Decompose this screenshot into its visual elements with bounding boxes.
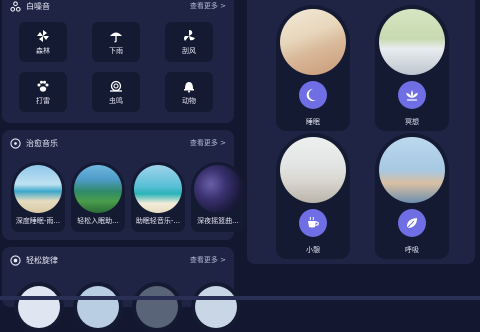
bottom-bar	[0, 296, 480, 300]
breathe-badge	[398, 209, 426, 237]
music-card-label: 深夜摇篮曲...	[197, 217, 239, 225]
music-card-1[interactable]: 深度睡眠-雨...	[11, 162, 65, 232]
tile-label: 虫鸣	[109, 96, 123, 105]
melody-card-2[interactable]	[73, 282, 123, 332]
mode-label: 冥想	[405, 118, 419, 126]
tile-animals[interactable]: 动物	[165, 72, 213, 112]
mode-label: 小憩	[306, 246, 320, 254]
coast-thumbnail	[74, 165, 122, 213]
breathing-person-image	[379, 137, 445, 203]
white-noise-title: 白噪音	[26, 1, 50, 11]
tile-label: 森林	[36, 46, 50, 55]
music-card-4[interactable]: 深夜摇篮曲...	[191, 162, 245, 232]
night-thumbnail	[194, 165, 242, 213]
target-icon	[10, 254, 21, 266]
modes-panel: z 睡眠 冥想 小憩 呼吸	[247, 0, 475, 264]
mode-card-sleep[interactable]: z 睡眠	[276, 5, 350, 131]
music-card-2[interactable]: 轻松入眠助...	[71, 162, 125, 232]
relax-melody-title: 轻松旋律	[26, 255, 58, 265]
tile-label: 下雨	[109, 46, 123, 55]
white-noise-header: 白噪音 查看更多 >	[10, 0, 226, 14]
melody-card-1[interactable]	[14, 282, 64, 332]
meditating-person-image	[379, 9, 445, 75]
beach-thumbnail	[14, 165, 62, 213]
svg-text:z: z	[314, 93, 317, 99]
tile-label: 打雷	[36, 96, 50, 105]
mode-card-meditate[interactable]: 冥想	[375, 5, 449, 131]
sleep-badge: z	[299, 81, 327, 109]
lotus-icon	[406, 90, 418, 101]
tile-wind[interactable]: 刮风	[165, 22, 213, 62]
music-card-label: 深度睡眠-雨...	[15, 217, 61, 225]
resting-person-image	[280, 137, 346, 203]
melody-card-3[interactable]	[132, 282, 182, 332]
pinwheel-icon	[37, 29, 49, 42]
tile-label: 刮风	[182, 46, 196, 55]
white-noise-panel: 白噪音 查看更多 > 森林 下雨 刮风 打雷 虫鸣 动物	[2, 0, 234, 123]
paw-icon	[37, 80, 49, 92]
music-card-label: 助眠轻音乐-...	[135, 217, 181, 225]
mode-card-nap[interactable]: 小憩	[276, 133, 350, 259]
melody-card-4[interactable]	[191, 282, 241, 332]
cup-icon	[308, 216, 319, 228]
mode-label: 睡眠	[306, 118, 320, 126]
healing-music-more-link[interactable]: 查看更多 >	[190, 138, 226, 148]
healing-music-title: 治愈音乐	[26, 138, 58, 148]
healing-music-header: 治愈音乐 查看更多 >	[10, 135, 226, 151]
tile-rain[interactable]: 下雨	[92, 22, 140, 62]
tile-insects[interactable]: 虫鸣	[92, 72, 140, 112]
relax-melody-more-link[interactable]: 查看更多 >	[190, 255, 226, 265]
mode-label: 呼吸	[405, 246, 419, 254]
leaf-icon	[406, 218, 417, 229]
white-noise-more-link[interactable]: 查看更多 >	[190, 1, 226, 11]
sound-network-icon	[10, 0, 21, 12]
sleeping-person-image	[280, 9, 346, 75]
snail-icon	[110, 80, 122, 92]
music-card-3[interactable]: 助眠轻音乐-...	[131, 162, 185, 232]
nap-badge	[299, 209, 327, 237]
tile-thunder[interactable]: 打雷	[19, 72, 67, 112]
music-disc-icon	[10, 137, 21, 149]
music-card-label: 轻松入眠助...	[77, 217, 119, 225]
bell-icon	[184, 81, 194, 93]
healing-music-panel: 治愈音乐 查看更多 > 深度睡眠-雨... 轻松入眠助... 助眠轻音乐-...…	[2, 130, 245, 240]
meditate-badge	[398, 81, 426, 109]
mode-card-breathe[interactable]: 呼吸	[375, 133, 449, 259]
umbrella-icon	[110, 32, 122, 42]
tile-label: 动物	[182, 96, 196, 105]
tile-forest[interactable]: 森林	[19, 22, 67, 62]
wind-icon	[184, 29, 195, 41]
relax-melody-header: 轻松旋律 查看更多 >	[10, 252, 226, 268]
lagoon-thumbnail	[134, 165, 182, 213]
moon-zzz-icon: z	[306, 88, 317, 101]
